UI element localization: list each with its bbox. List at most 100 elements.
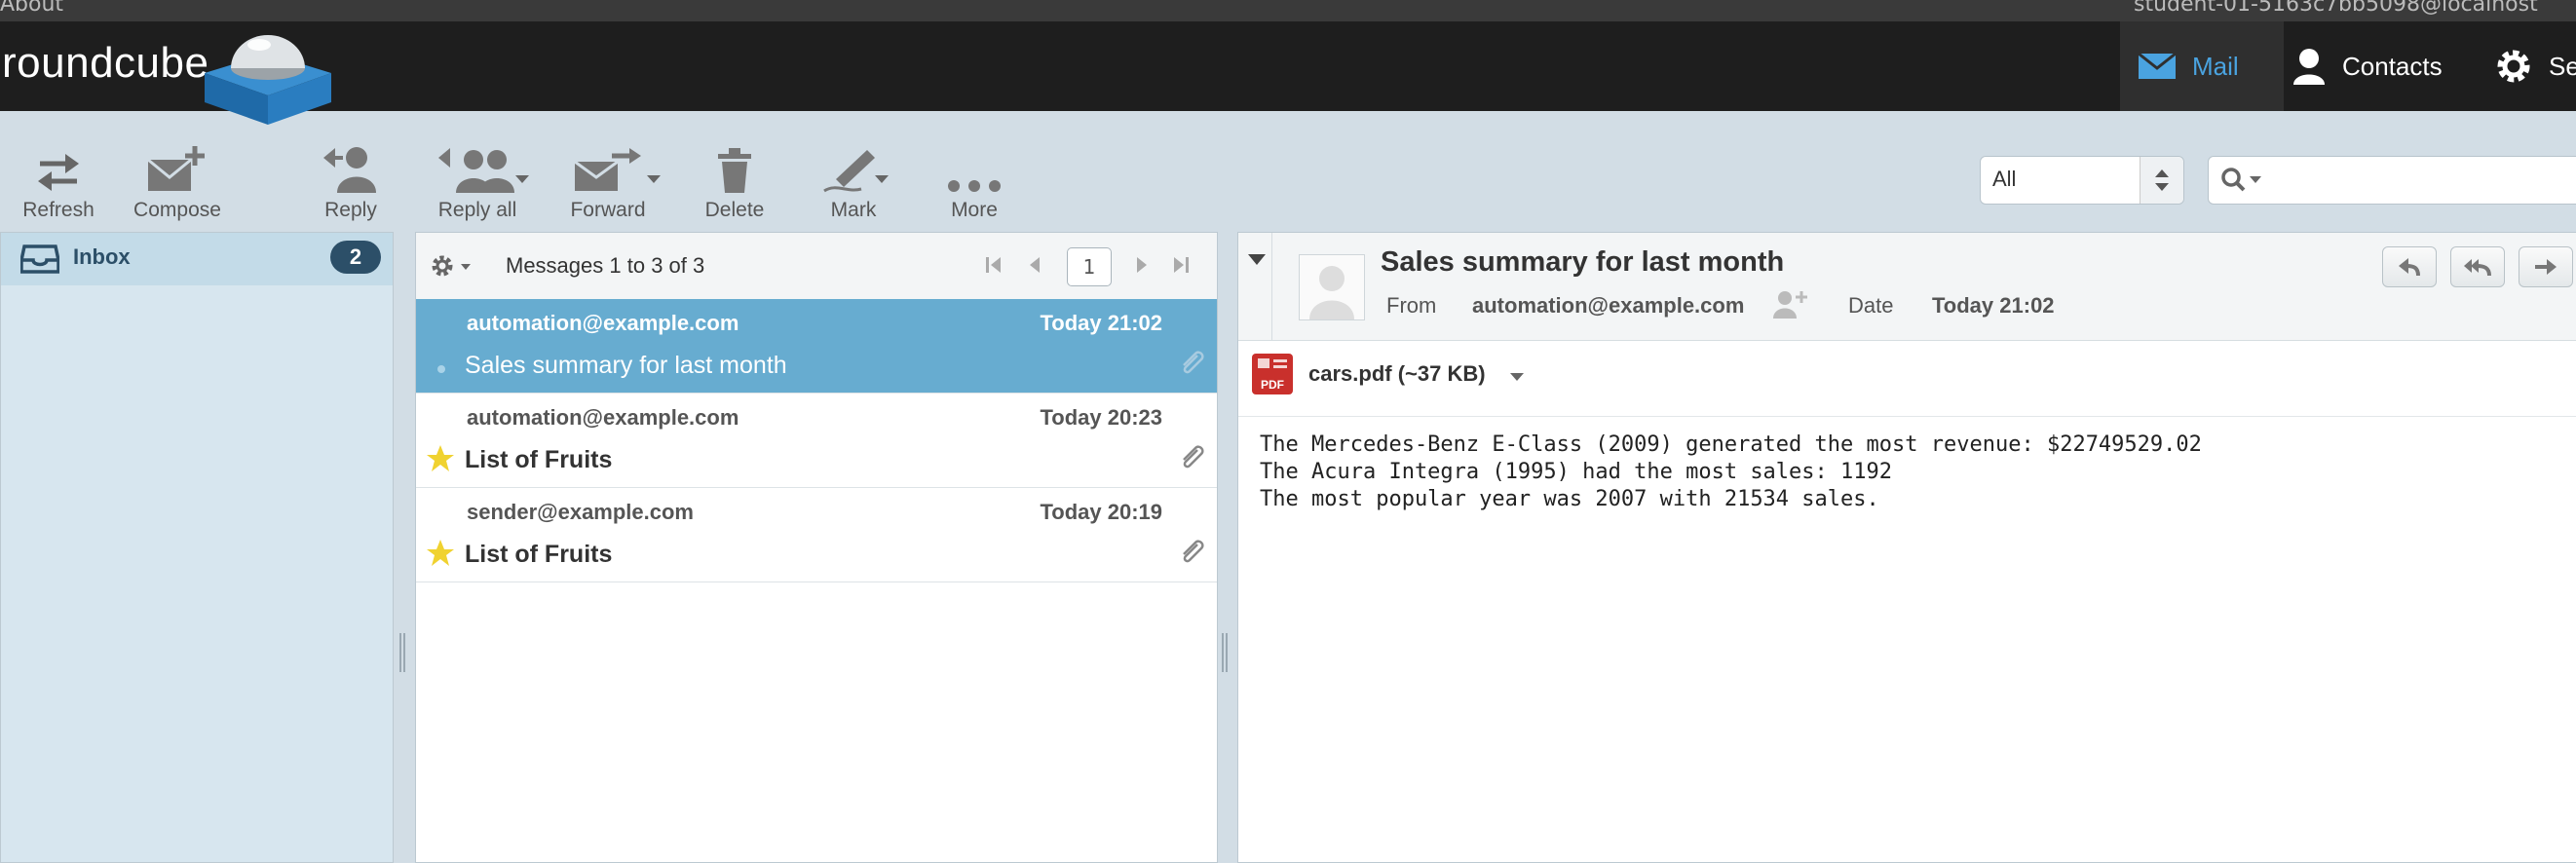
pdf-file-icon: PDF: [1252, 354, 1293, 394]
compose-label: Compose: [133, 199, 221, 221]
page-number[interactable]: 1: [1067, 247, 1112, 286]
nav-settings[interactable]: Se: [2494, 21, 2576, 111]
reply-all-arrow-icon: [2464, 259, 2491, 277]
delete-button[interactable]: Delete: [676, 136, 793, 222]
message-row[interactable]: automation@example.com Today 20:23 List …: [416, 394, 1217, 488]
attachment-menu-icon[interactable]: [1509, 371, 1525, 383]
more-icon: [916, 136, 1033, 193]
status-dot-icon[interactable]: [437, 365, 445, 373]
envelope-icon: [2138, 53, 2177, 80]
refresh-icon: [0, 136, 117, 193]
person-icon: [2292, 48, 2327, 85]
mark-dropdown-icon[interactable]: [875, 175, 889, 183]
message-subject: Sales summary for last month: [465, 352, 787, 379]
select-arrows-icon: [2140, 157, 2183, 204]
folder-pane: Inbox 2: [0, 232, 394, 863]
nav-mail[interactable]: Mail: [2120, 21, 2284, 111]
trash-icon: [676, 136, 793, 193]
search-box[interactable]: [2208, 156, 2576, 205]
message-from: sender@example.com: [467, 500, 694, 524]
attachment-name[interactable]: cars.pdf (~37 KB): [1308, 361, 1486, 387]
reply-all-icon: [419, 136, 536, 193]
reply-all-action-button[interactable]: [2450, 246, 2505, 287]
attachment-icon: [1183, 540, 1204, 563]
forward-dropdown-icon[interactable]: [647, 175, 661, 183]
about-link[interactable]: About: [0, 0, 63, 17]
forward-action-button[interactable]: [2519, 246, 2573, 287]
compose-button[interactable]: Compose: [119, 136, 236, 222]
roundcube-logo-icon: [205, 35, 331, 125]
refresh-button[interactable]: Refresh: [0, 136, 117, 222]
folder-inbox[interactable]: Inbox 2: [1, 233, 393, 285]
attachment-icon: [1183, 445, 1204, 469]
reply-arrow-icon: [2399, 258, 2420, 277]
message-row[interactable]: automation@example.com Today 21:02 Sales…: [416, 299, 1217, 394]
divider: [1271, 233, 1272, 340]
folder-splitter[interactable]: [399, 633, 405, 672]
refresh-label: Refresh: [22, 199, 95, 221]
reply-label: Reply: [324, 199, 377, 221]
header: roundcube Mail Contacts Se: [0, 21, 2576, 125]
last-page-icon[interactable]: [1170, 254, 1192, 276]
unread-count-badge: 2: [330, 241, 381, 274]
more-button[interactable]: More: [916, 136, 1033, 222]
sender-avatar: [1299, 254, 1365, 320]
message-date: Today 21:02: [1040, 311, 1162, 335]
message-subject: List of Fruits: [465, 446, 613, 473]
message-list-header: Messages 1 to 3 of 3 1: [416, 233, 1217, 300]
compose-icon: [119, 136, 236, 193]
message-subject: List of Fruits: [465, 541, 613, 568]
next-page-icon[interactable]: [1131, 254, 1153, 276]
search-input[interactable]: [2271, 163, 2576, 198]
message-count: Messages 1 to 3 of 3: [506, 253, 705, 278]
from-label: From: [1386, 293, 1437, 318]
preview-subject: Sales summary for last month: [1381, 246, 1785, 278]
reply-all-label: Reply all: [437, 199, 517, 221]
mark-button[interactable]: Mark: [795, 136, 912, 222]
body-line: The most popular year was 2007 with 2153…: [1260, 487, 1879, 511]
message-body: The Mercedes-Benz E-Class (2009) generat…: [1260, 432, 2202, 513]
message-list: Messages 1 to 3 of 3 1 automation@exampl…: [415, 232, 1218, 863]
filter-select[interactable]: All: [1980, 156, 2184, 205]
nav-contacts[interactable]: Contacts: [2292, 21, 2443, 111]
preview-header: Sales summary for last month From automa…: [1238, 233, 2576, 341]
inbox-icon: [20, 244, 59, 274]
body-line: The Acura Integra (1995) had the most sa…: [1260, 460, 1893, 484]
reply-all-dropdown-icon[interactable]: [515, 175, 529, 183]
nav-settings-label: Se: [2549, 51, 2576, 81]
message-date: Today 20:23: [1040, 405, 1162, 430]
folder-inbox-label: Inbox: [73, 244, 131, 269]
nav-mail-label: Mail: [2192, 51, 2239, 81]
star-icon[interactable]: [426, 539, 455, 568]
add-contact-icon[interactable]: [1772, 289, 1807, 319]
reply-button[interactable]: Reply: [292, 136, 409, 222]
reply-action-button[interactable]: [2382, 246, 2437, 287]
list-options-gear-icon[interactable]: [430, 252, 480, 280]
collapse-headers-icon[interactable]: [1248, 254, 1266, 265]
mark-label: Mark: [830, 199, 877, 221]
star-icon[interactable]: [426, 444, 455, 473]
gear-icon: [2494, 47, 2533, 86]
message-preview: Sales summary for last month From automa…: [1237, 232, 2576, 863]
pdf-icon-text: PDF: [1261, 378, 1284, 392]
message-row[interactable]: sender@example.com Today 20:19 List of F…: [416, 488, 1217, 582]
delete-label: Delete: [704, 199, 765, 221]
more-label: More: [951, 199, 998, 221]
list-splitter[interactable]: [1222, 633, 1228, 672]
person-icon: [1309, 266, 1354, 319]
preview-date: Today 21:02: [1932, 293, 2055, 318]
body-line: The Mercedes-Benz E-Class (2009) generat…: [1260, 432, 2202, 457]
message-from: automation@example.com: [467, 405, 739, 430]
first-page-icon[interactable]: [983, 254, 1004, 276]
mark-icon: [795, 136, 912, 193]
top-bar: About student-01-5163c7bb5098@localhost: [0, 0, 2576, 21]
previous-page-icon[interactable]: [1024, 254, 1045, 276]
logo-text: roundcube: [2, 39, 209, 87]
attachment-icon: [1183, 351, 1204, 374]
search-icon[interactable]: [2220, 167, 2265, 194]
username: student-01-5163c7bb5098@localhost: [2134, 0, 2538, 17]
preview-from[interactable]: automation@example.com: [1472, 293, 1744, 319]
forward-icon: [549, 136, 666, 193]
nav-contacts-label: Contacts: [2342, 51, 2443, 81]
message-date: Today 20:19: [1040, 500, 1162, 524]
